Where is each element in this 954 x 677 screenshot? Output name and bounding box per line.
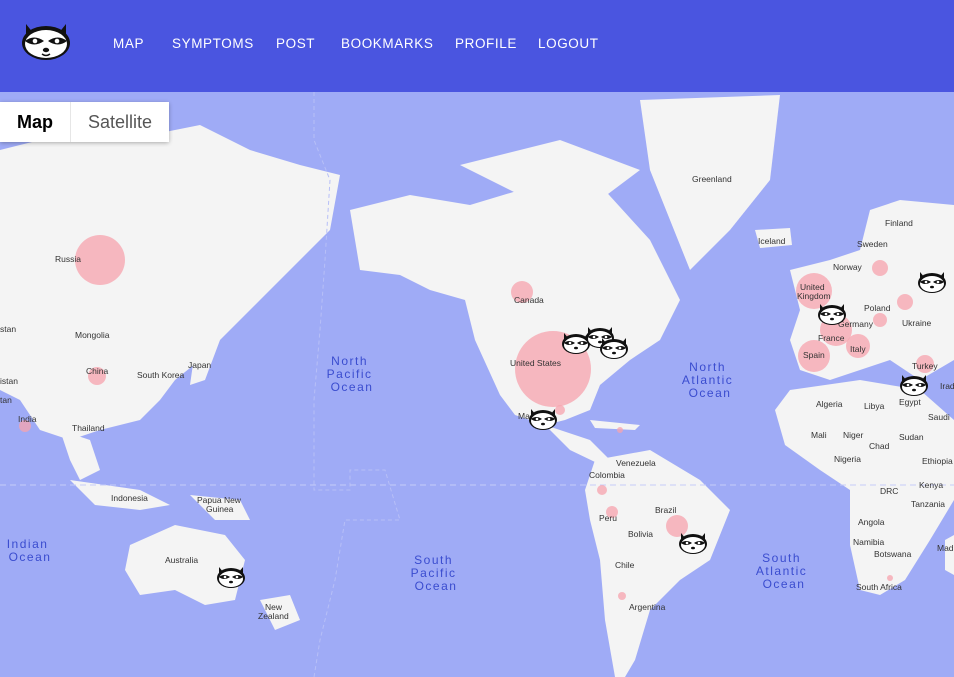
label-china: China [86,366,108,376]
raccoon-marker-icon[interactable] [562,333,590,354]
label-nigeria: Nigeria [834,454,861,464]
label-ukraine: Ukraine [902,318,932,328]
raccoon-marker-icon[interactable] [600,338,628,359]
map-type-satellite-button[interactable]: Satellite [70,102,170,142]
world-map[interactable]: Greenland Iceland Finland Sweden Norway … [0,92,954,677]
heat-colombia [597,485,607,495]
label-norway: Norway [833,262,863,272]
nav-profile[interactable]: PROFILE [455,36,517,51]
label-peru: Peru [599,513,617,523]
nav-bookmarks[interactable]: BOOKMARKS [341,36,433,51]
label-north-pacific: North Pacific Ocean [327,354,378,394]
label-chile: Chile [615,560,635,570]
label-drc: DRC [880,486,898,496]
raccoon-marker-icon[interactable] [900,375,928,396]
map-type-map-button[interactable]: Map [0,102,70,142]
label-libya: Libya [864,401,885,411]
land-layer [0,95,954,677]
label-namibia: Namibia [853,537,884,547]
heat-russia [75,235,125,285]
label-south-africa: South Africa [856,582,902,592]
label-south-korea: South Korea [137,370,185,380]
label-tanzania: Tanzania [911,499,945,509]
label-kenya: Kenya [919,480,943,490]
label-india: India [18,414,37,424]
raccoon-marker-icon[interactable] [818,304,846,325]
raccoon-marker-icon[interactable] [529,409,557,430]
label-south-pacific: South Pacific Ocean [411,553,462,593]
label-australia: Australia [165,555,198,565]
map-type-control: Map Satellite [0,102,170,142]
label-angola: Angola [858,517,885,527]
label-indonesia: Indonesia [111,493,148,503]
label-stan-3: tan [0,395,12,405]
label-south-atlantic: South Atlantic Ocean [756,551,812,591]
label-north-atlantic: North Atlantic Ocean [682,360,738,400]
label-venezuela: Venezuela [616,458,656,468]
label-egypt: Egypt [899,397,921,407]
label-united-states: United States [510,358,561,368]
label-stan-2: istan [0,376,18,386]
label-colombia: Colombia [589,470,625,480]
nav-logout[interactable]: LOGOUT [538,36,599,51]
label-niger: Niger [843,430,863,440]
heat-brazil [666,515,688,537]
label-mad: Mad [937,543,954,553]
label-mexico: Ma [518,411,530,421]
label-ethiopia: Ethiopia [922,456,953,466]
label-france: France [818,333,845,343]
label-iceland: Iceland [758,236,786,246]
nav-symptoms[interactable]: SYMPTOMS [172,36,254,51]
label-sweden: Sweden [857,239,888,249]
heat-mexico [555,405,565,415]
label-italy: Italy [850,344,866,354]
heat-germany [873,313,887,327]
heat-argentina [618,592,626,600]
label-russia: Russia [55,254,81,264]
raccoon-marker-icon[interactable] [918,272,946,293]
label-chad: Chad [869,441,890,451]
label-brazil: Brazil [655,505,676,515]
label-irad: Irad [940,381,954,391]
heat-south-africa [887,575,893,581]
raccoon-logo-icon[interactable] [20,20,72,62]
label-algeria: Algeria [816,399,843,409]
label-canada: Canada [514,295,544,305]
label-poland: Poland [864,303,891,313]
label-mali: Mali [811,430,827,440]
label-argentina: Argentina [629,602,666,612]
nav-map[interactable]: MAP [113,36,144,51]
label-thailand: Thailand [72,423,105,433]
label-sudan: Sudan [899,432,924,442]
map-canvas[interactable]: Greenland Iceland Finland Sweden Norway … [0,92,954,677]
heat-caribbean [617,427,623,433]
label-indian-ocean: Indian Ocean [7,537,54,564]
label-mongolia: Mongolia [75,330,110,340]
heat-poland [897,294,913,310]
label-finland: Finland [885,218,913,228]
label-japan: Japan [188,360,211,370]
raccoon-marker-icon[interactable] [679,533,707,554]
label-spain: Spain [803,350,825,360]
top-navbar: MAP SYMPTOMS POST BOOKMARKS PROFILE LOGO… [0,0,954,92]
label-greenland: Greenland [692,174,732,184]
label-stan-1: stan [0,324,16,334]
label-turkey: Turkey [912,361,938,371]
heat-sweden [872,260,888,276]
label-saudi: Saudi [928,412,950,422]
label-botswana: Botswana [874,549,912,559]
label-bolivia: Bolivia [628,529,653,539]
nav-post[interactable]: POST [276,36,315,51]
raccoon-marker-icon[interactable] [217,567,245,588]
